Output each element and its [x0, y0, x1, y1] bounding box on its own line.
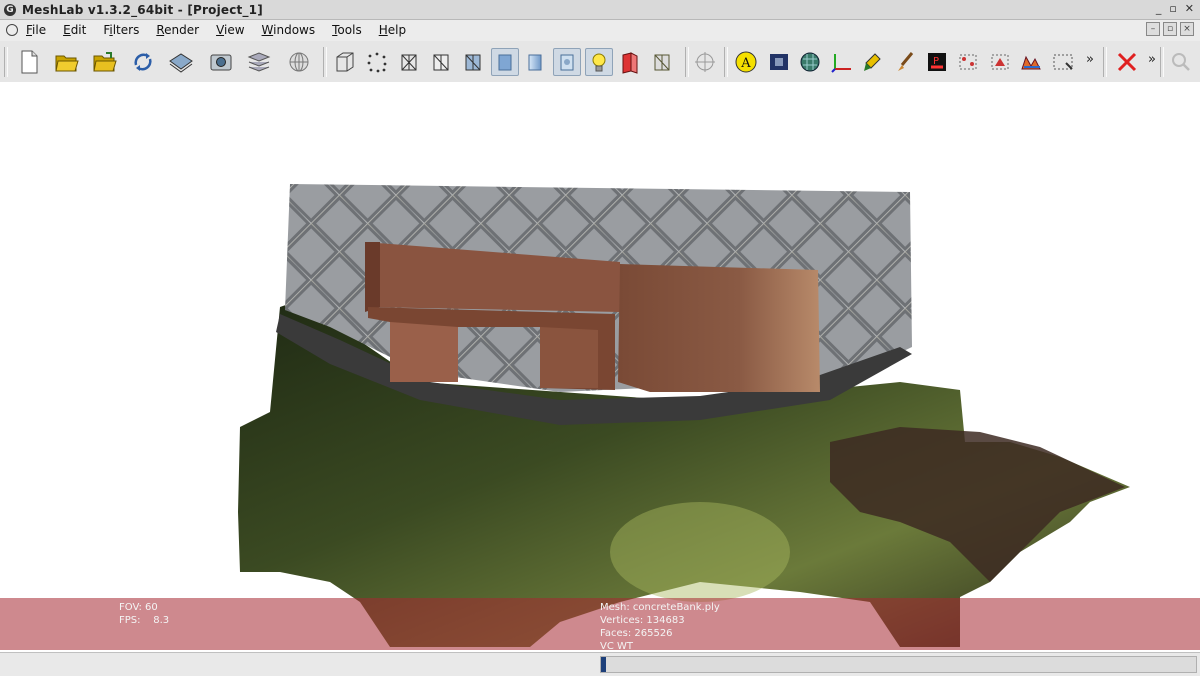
- flat-shading-icon[interactable]: [491, 48, 519, 76]
- toolbar-separator: [1160, 47, 1164, 77]
- menu-filters[interactable]: Filters: [103, 23, 139, 37]
- toolbar-separator: [1103, 47, 1107, 77]
- wireframe-icon[interactable]: [396, 49, 422, 75]
- menu-help[interactable]: Help: [379, 23, 406, 37]
- window-titlebar: G MeshLab v1.3.2_64bit - [Project_1] _ ▫…: [0, 0, 1200, 20]
- meshlab-logo-icon: G: [4, 3, 16, 16]
- mesh-name-label: Mesh: concreteBank.ply: [600, 602, 720, 613]
- texture-icon[interactable]: [553, 48, 581, 76]
- main-toolbar: A P » »: [0, 41, 1200, 83]
- paint-icon[interactable]: [861, 49, 887, 75]
- minimize-window-button[interactable]: _: [1156, 2, 1162, 15]
- new-document-icon[interactable]: [16, 49, 42, 75]
- vertex-color-label: VC WT: [600, 641, 633, 652]
- toolbar-handle[interactable]: [4, 47, 8, 77]
- globe-icon[interactable]: [286, 49, 312, 75]
- save-icon[interactable]: [168, 49, 194, 75]
- delete-icon[interactable]: [1114, 49, 1140, 75]
- open-folder-icon[interactable]: [54, 49, 80, 75]
- mdi-restore-button[interactable]: ▫: [1163, 22, 1177, 36]
- faces-count-label: Faces: 265526: [600, 628, 673, 639]
- back-face-culling-icon[interactable]: [649, 49, 675, 75]
- toolbar-separator: [685, 47, 689, 77]
- reload-icon[interactable]: [130, 49, 156, 75]
- menu-render[interactable]: Render: [156, 23, 199, 37]
- maximize-window-button[interactable]: ▫: [1169, 2, 1176, 15]
- menu-windows[interactable]: Windows: [262, 23, 316, 37]
- mdi-system-icon[interactable]: [6, 24, 18, 36]
- double-side-lighting-icon[interactable]: [617, 49, 643, 75]
- progress-fill: [601, 657, 606, 672]
- measure-icon[interactable]: P: [924, 49, 950, 75]
- svg-text:P: P: [933, 56, 939, 67]
- menubar: File Edit Filters Render View Windows To…: [0, 20, 1200, 40]
- statusbar: [0, 652, 1200, 676]
- progress-bar: [600, 656, 1197, 673]
- toolbar-separator: [724, 47, 728, 77]
- close-window-button[interactable]: ✕: [1185, 2, 1194, 15]
- search-icon[interactable]: [1168, 49, 1194, 75]
- brush-icon[interactable]: [892, 49, 918, 75]
- menu-edit[interactable]: Edit: [63, 23, 86, 37]
- smooth-shading-icon[interactable]: [522, 49, 548, 75]
- annotation-icon[interactable]: A: [733, 49, 759, 75]
- fov-label: FOV: 60: [119, 602, 158, 613]
- menu-file[interactable]: File: [26, 23, 46, 37]
- quality-icon[interactable]: [1018, 49, 1044, 75]
- select-rect-icon[interactable]: [1050, 49, 1076, 75]
- toolbar-overflow-button[interactable]: »: [1086, 52, 1094, 67]
- menu-tools[interactable]: Tools: [332, 23, 362, 37]
- points-icon[interactable]: [364, 49, 390, 75]
- hidden-lines-icon[interactable]: [428, 49, 454, 75]
- info-overlay: FOV: 60 FPS: 8.3 Mesh: concreteBank.ply …: [0, 598, 1200, 652]
- select-vertices-icon[interactable]: [955, 49, 981, 75]
- axes-icon[interactable]: [829, 49, 855, 75]
- toolbar-overflow-button-2[interactable]: »: [1148, 52, 1156, 67]
- vertices-count-label: Vertices: 134683: [600, 615, 685, 626]
- svg-text:A: A: [740, 56, 751, 71]
- light-icon[interactable]: [585, 48, 613, 76]
- window-title: MeshLab v1.3.2_64bit - [Project_1]: [22, 2, 263, 17]
- menu-view[interactable]: View: [216, 23, 244, 37]
- mdi-close-button[interactable]: ×: [1180, 22, 1194, 36]
- 3d-viewport[interactable]: FOV: 60 FPS: 8.3 Mesh: concreteBank.ply …: [0, 82, 1200, 652]
- raster-icon[interactable]: [766, 49, 792, 75]
- snapshot-icon[interactable]: [208, 49, 234, 75]
- bounding-box-icon[interactable]: [332, 49, 358, 75]
- color-picker-icon[interactable]: [797, 49, 823, 75]
- open-project-icon[interactable]: [92, 49, 118, 75]
- align-target-icon[interactable]: [692, 49, 718, 75]
- fps-label: FPS: 8.3: [119, 615, 170, 626]
- select-faces-icon[interactable]: [987, 49, 1013, 75]
- mdi-minimize-button[interactable]: –: [1146, 22, 1160, 36]
- layers-icon[interactable]: [246, 49, 272, 75]
- mesh-render[interactable]: [0, 82, 1200, 652]
- toolbar-separator: [323, 47, 327, 77]
- flat-lines-icon[interactable]: [460, 49, 486, 75]
- sunlight-patch: [610, 502, 790, 602]
